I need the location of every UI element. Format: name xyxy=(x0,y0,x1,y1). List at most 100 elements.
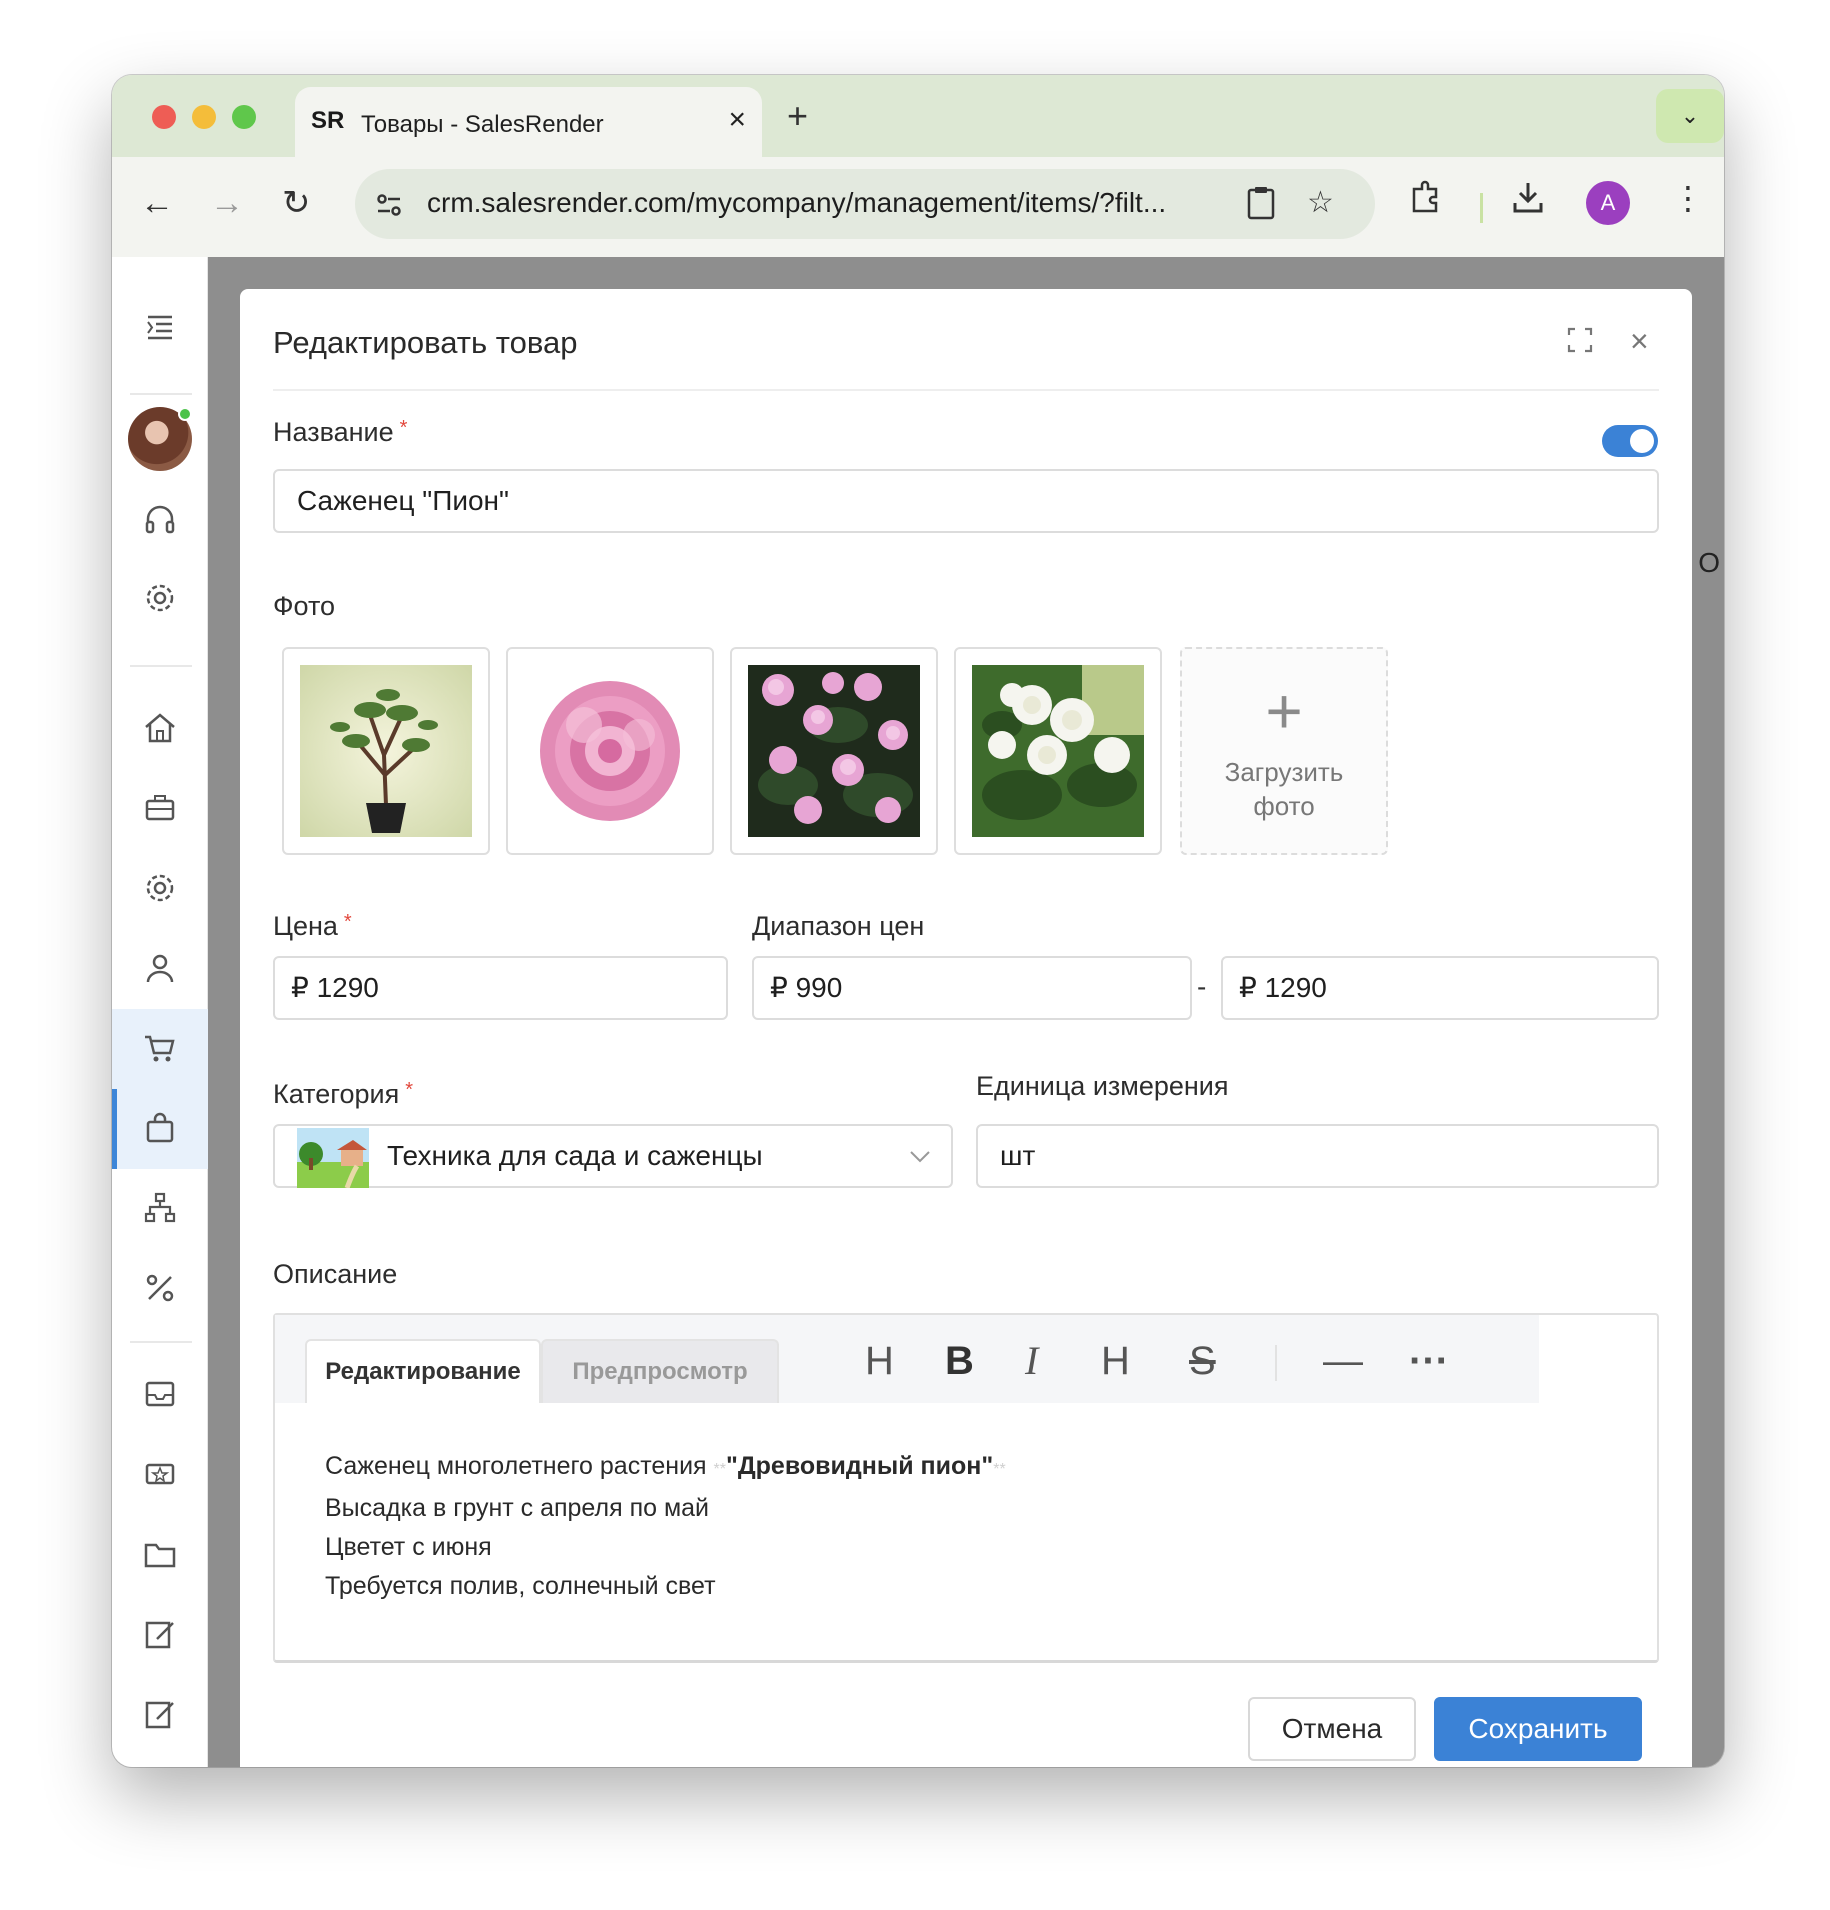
browser-tab[interactable]: SR Товары - SalesRender × xyxy=(295,87,762,159)
photo-thumbnail-white-bush[interactable] xyxy=(954,647,1162,855)
download-icon[interactable] xyxy=(1510,179,1546,223)
plus-icon: + xyxy=(1265,675,1303,747)
browser-toolbar: ← → ↻ crm.salesrender.com/mycompany/mana… xyxy=(112,157,1724,257)
tab-edit[interactable]: Редактирование xyxy=(305,1339,541,1403)
tab-close-icon[interactable]: × xyxy=(728,105,746,135)
browser-window: SR Товары - SalesRender × + ⌄ ← → ↻ crm.… xyxy=(112,75,1724,1767)
sidebar-divider xyxy=(130,393,192,395)
modal-title: Редактировать товар xyxy=(273,325,578,360)
new-tab-icon[interactable]: + xyxy=(787,95,808,137)
back-icon[interactable]: ← xyxy=(140,183,174,223)
tab-bar: SR Товары - SalesRender × + ⌄ xyxy=(112,75,1724,159)
sidebar-headset-icon[interactable] xyxy=(112,481,208,561)
sidebar-divider xyxy=(130,665,192,667)
description-line-3: Цветет с июня xyxy=(325,1533,492,1561)
fullscreen-icon[interactable] xyxy=(1567,327,1593,358)
bold-icon[interactable]: B xyxy=(945,1341,974,1381)
clipboard-icon[interactable] xyxy=(1245,185,1277,229)
header-divider xyxy=(273,389,1659,391)
sidebar-menu-icon[interactable] xyxy=(112,289,208,369)
toggle-knob xyxy=(1630,429,1654,453)
white-peony-bush-image xyxy=(972,665,1144,837)
sidebar-hierarchy-icon[interactable] xyxy=(112,1169,208,1249)
cancel-button[interactable]: Отмена xyxy=(1248,1697,1416,1761)
photo-thumbnail-pink-bush[interactable] xyxy=(730,647,938,855)
url-text[interactable]: crm.salesrender.com/mycompany/management… xyxy=(427,187,1227,219)
maximize-window-button[interactable] xyxy=(232,105,256,129)
description-line-1: Саженец многолетнего растения **"Древови… xyxy=(325,1452,1006,1480)
tab-favicon-icon: SR xyxy=(311,101,351,141)
page-content: О Редактировать товар × Название * Сажен… xyxy=(112,257,1724,1767)
sidebar-active-indicator xyxy=(112,1089,117,1169)
price-label: Цена * xyxy=(273,911,352,941)
minimize-window-button[interactable] xyxy=(192,105,216,129)
tab-preview[interactable]: Предпросмотр xyxy=(541,1339,779,1403)
close-icon[interactable]: × xyxy=(1630,325,1649,357)
edit-item-modal: Редактировать товар × Название * Саженец … xyxy=(240,289,1692,1767)
save-button[interactable]: Сохранить xyxy=(1434,1697,1642,1761)
strikethrough-icon[interactable]: S xyxy=(1189,1341,1216,1381)
extensions-icon[interactable] xyxy=(1408,179,1444,223)
editor-toolbar: Редактирование Предпросмотр H B I H S — … xyxy=(275,1315,1539,1403)
active-toggle[interactable] xyxy=(1602,425,1658,457)
sidebar-inbox-icon[interactable] xyxy=(112,1355,208,1435)
unit-input[interactable]: шт xyxy=(976,1124,1659,1188)
upload-photo-label: Загрузить фото xyxy=(1224,757,1344,821)
required-marker: * xyxy=(399,417,408,439)
name-label: Название * xyxy=(273,417,408,447)
sidebar-edit-icon[interactable] xyxy=(112,1595,208,1675)
required-marker: * xyxy=(405,1079,414,1101)
category-thumbnail-icon xyxy=(297,1128,369,1188)
horizontal-rule-icon[interactable]: — xyxy=(1323,1341,1363,1381)
online-status-badge xyxy=(178,407,192,421)
category-value: Техника для сада и саженцы xyxy=(387,1140,763,1171)
category-select[interactable]: Техника для сада и саженцы xyxy=(273,1124,953,1188)
sidebar-gear-icon[interactable] xyxy=(112,849,208,929)
description-line-4: Требуется полив, солнечный свет xyxy=(325,1572,716,1600)
price-input[interactable]: ₽ 1290 xyxy=(273,956,728,1020)
heading-2-icon[interactable]: H xyxy=(1101,1341,1130,1381)
pink-peony-image xyxy=(524,665,696,837)
sidebar-bag-icon[interactable] xyxy=(112,1089,208,1169)
plant-in-pot-image xyxy=(300,665,472,837)
price-range-from-input[interactable]: ₽ 990 xyxy=(752,956,1192,1020)
name-input[interactable]: Саженец "Пион" xyxy=(273,469,1659,533)
sidebar-folder-icon[interactable] xyxy=(112,1515,208,1595)
sidebar-briefcase-icon[interactable] xyxy=(112,769,208,849)
photo-thumbnail-plant[interactable] xyxy=(282,647,490,855)
more-options-icon[interactable]: ··· xyxy=(1409,1341,1449,1381)
upload-photo-button[interactable]: + Загрузить фото xyxy=(1180,647,1388,855)
more-icon[interactable]: ⋮ xyxy=(1672,179,1704,217)
site-settings-icon[interactable] xyxy=(373,189,405,221)
heading-icon[interactable]: H xyxy=(865,1341,894,1381)
address-bar[interactable]: crm.salesrender.com/mycompany/management… xyxy=(355,169,1375,239)
sidebar-percent-icon[interactable] xyxy=(112,1249,208,1329)
sidebar-ticket-icon[interactable] xyxy=(112,1435,208,1515)
sidebar-user-icon[interactable] xyxy=(112,929,208,1009)
markdown-editor: Редактирование Предпросмотр H B I H S — … xyxy=(273,1313,1659,1663)
price-range-label: Диапазон цен xyxy=(752,911,925,941)
sidebar-settings-icon[interactable] xyxy=(112,559,208,639)
sidebar-edit-icon-2[interactable] xyxy=(112,1675,208,1755)
category-label: Категория * xyxy=(273,1079,414,1109)
italic-icon[interactable]: I xyxy=(1025,1341,1038,1381)
photo-label: Фото xyxy=(273,591,336,621)
star-icon[interactable]: ☆ xyxy=(1307,185,1334,220)
description-label: Описание xyxy=(273,1259,398,1289)
tab-title: Товары - SalesRender xyxy=(361,111,604,138)
close-window-button[interactable] xyxy=(152,105,176,129)
reload-icon[interactable]: ↻ xyxy=(282,183,311,223)
description-textarea[interactable]: Саженец многолетнего растения **"Древови… xyxy=(325,1447,1006,1606)
toolbar-separator xyxy=(1275,1345,1277,1381)
unit-label: Единица измерения xyxy=(976,1071,1229,1101)
description-line-2: Высадка в грунт с апреля по май xyxy=(325,1494,710,1522)
sidebar-home-icon[interactable] xyxy=(112,689,208,769)
required-marker: * xyxy=(343,911,352,933)
sidebar-cart-icon[interactable] xyxy=(112,1009,208,1089)
price-range-to-input[interactable]: ₽ 1290 xyxy=(1221,956,1659,1020)
forward-icon[interactable]: → xyxy=(210,183,244,223)
range-separator: - xyxy=(1197,971,1207,1002)
photo-thumbnail-pink-peony[interactable] xyxy=(506,647,714,855)
profile-avatar[interactable]: A xyxy=(1586,181,1630,225)
tab-search-chevron-icon[interactable]: ⌄ xyxy=(1656,89,1724,143)
